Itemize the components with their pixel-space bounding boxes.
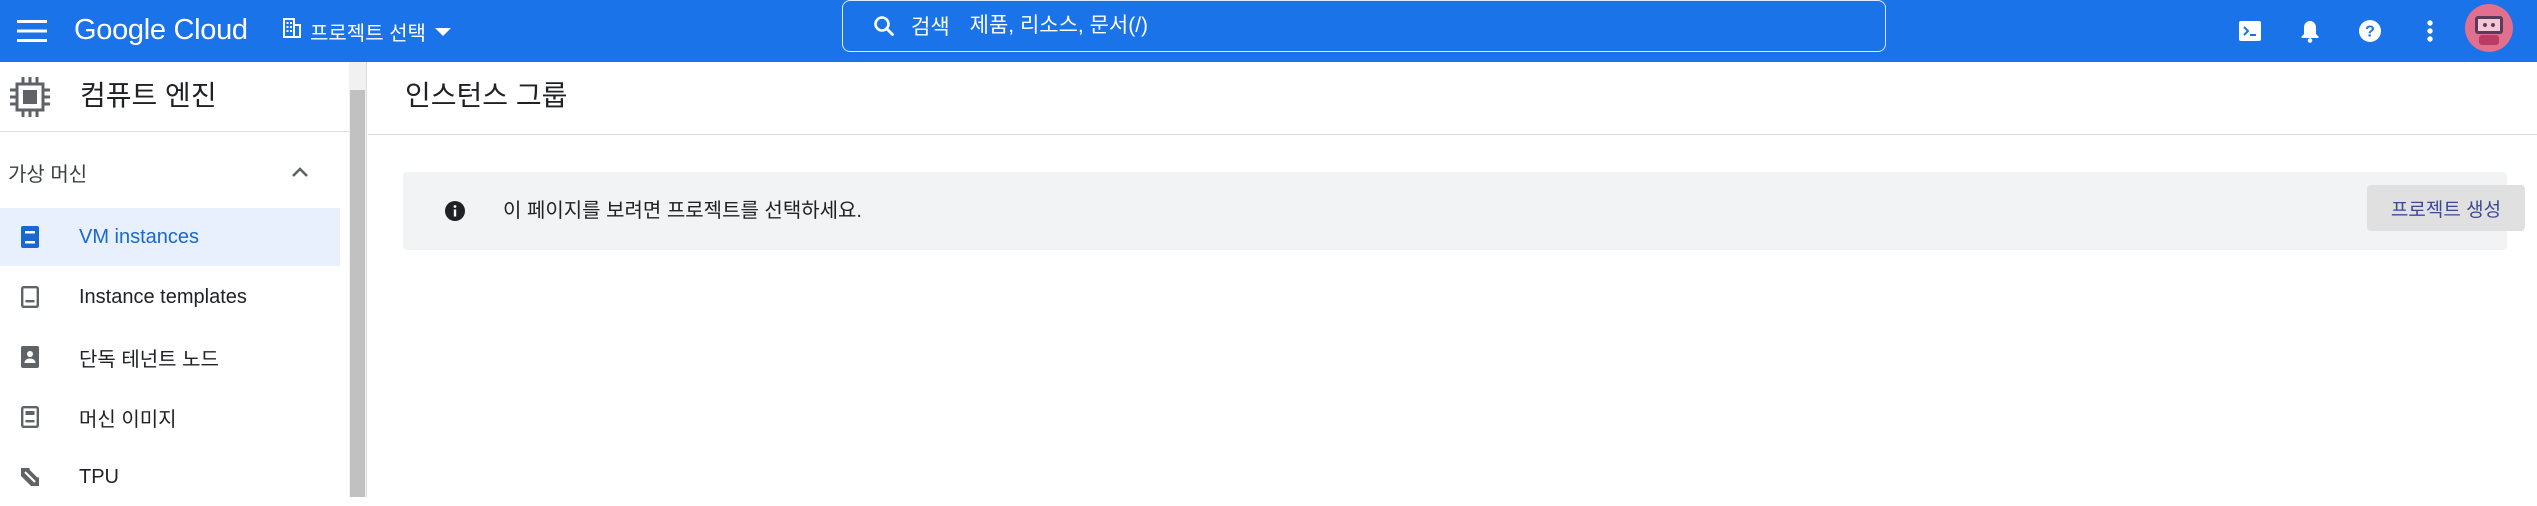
grid-icon [282,17,302,45]
menu-icon[interactable] [14,13,50,49]
more-vert-icon[interactable] [2410,11,2450,51]
cloud-shell-icon[interactable] [2230,11,2270,51]
main-content: 인스턴스 그룹 이 페이지를 보려면 프로젝트를 선택하세요. 프로젝트 생성 [368,62,2537,497]
select-project-banner: 이 페이지를 보려면 프로젝트를 선택하세요. 프로젝트 생성 [403,172,2525,250]
sidebar-item-machine-images[interactable]: 머신 이미지 [0,388,340,446]
sidebar-scrollbar-thumb[interactable] [350,90,365,497]
search-label: 검색 [911,16,950,39]
sidebar-item-vm-instances[interactable]: VM instances [0,208,340,266]
sidebar-item-label: TPU [79,465,119,488]
project-picker-label: 프로젝트 선택 [310,22,426,45]
sidebar-item-sole-tenant-nodes[interactable]: 단독 테넌트 노드 [0,328,340,386]
search-icon[interactable] [871,13,897,39]
google-cloud-logo[interactable]: Google Cloud [74,10,248,50]
info-icon [443,199,467,223]
page-header: 인스턴스 그룹 [368,62,2537,135]
create-project-button[interactable]: 프로젝트 생성 [2367,185,2525,231]
project-picker[interactable]: 프로젝트 선택 [282,12,452,50]
banner-message: 이 페이지를 보려면 프로젝트를 선택하세요. [503,200,862,222]
search-input[interactable] [967,13,1885,39]
tpu-icon [18,465,42,489]
machine-images-icon [18,405,42,429]
product-title: 컴퓨트 엔진 [80,80,217,111]
product-header: 컴퓨트 엔진 [0,62,366,132]
dropdown-arrow-icon [434,20,452,43]
avatar[interactable] [2465,4,2513,52]
top-app-bar: Google Cloud 프로젝트 선택 검색 ? [0,0,2537,62]
sidebar-item-label: VM instances [79,225,200,248]
sidebar-item-instance-templates[interactable]: Instance templates [0,268,340,326]
search-bar[interactable]: 검색 [842,0,1886,52]
side-navigation: 컴퓨트 엔진 가상 머신 VM instances Instance templ… [0,62,367,497]
section-label: 가상 머신 [8,163,88,186]
sidebar-item-label: Instance templates [79,285,247,308]
sidebar-item-tpu[interactable]: TPU [0,448,340,506]
section-virtual-machines[interactable]: 가상 머신 [0,152,340,192]
sidebar-item-label: 머신 이미지 [79,408,177,431]
vm-instances-icon [18,225,42,249]
sole-tenant-nodes-icon [18,345,42,369]
svg-text:?: ? [2365,24,2375,41]
chevron-up-icon[interactable] [286,158,314,186]
instance-templates-icon [18,285,42,309]
help-icon[interactable]: ? [2350,11,2390,51]
sidebar-item-label: 단독 테넌트 노드 [79,348,219,371]
notifications-icon[interactable] [2290,11,2330,51]
compute-engine-icon [8,75,52,119]
page-title: 인스턴스 그룹 [405,80,568,111]
